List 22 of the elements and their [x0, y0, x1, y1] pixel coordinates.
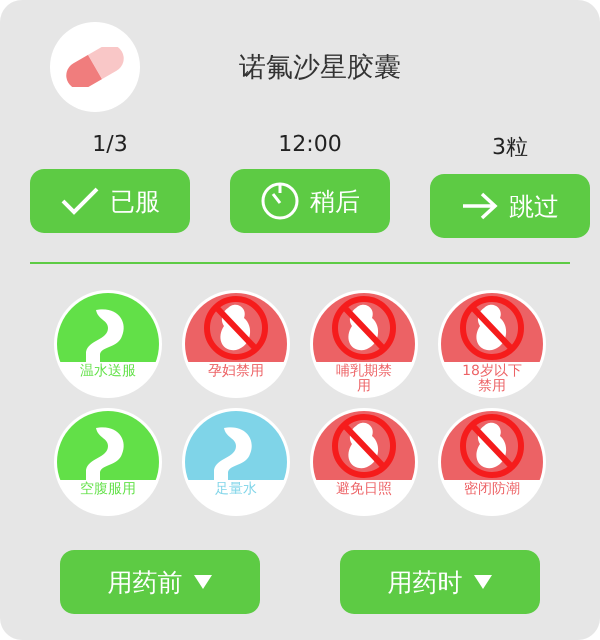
dose-action-button[interactable]: 稍后: [230, 169, 390, 233]
caret-icon: [472, 574, 492, 590]
dose-reading: 3粒: [492, 134, 528, 162]
usage-label: 密闭防潮: [463, 480, 521, 500]
check-icon: [60, 186, 100, 216]
usage-label: 空腹服用: [79, 480, 137, 500]
usage-label: 孕妇禁用: [207, 362, 265, 382]
drug-title: 诺氟沙星胶囊: [238, 51, 402, 85]
usage-label: 哺乳期禁用: [335, 362, 393, 395]
caret-icon: [192, 574, 212, 590]
section-dropdown-button[interactable]: 用药前: [60, 550, 260, 614]
dose-reading: 12:00: [278, 132, 342, 157]
usage-label: 18岁以下禁用: [461, 362, 523, 395]
timer-icon: [260, 181, 300, 221]
dose-action-button[interactable]: 已服: [30, 169, 190, 233]
dose-reading: 1/3: [92, 132, 128, 157]
usage-label: 避免日照: [335, 480, 393, 500]
usage-label: 温水送服: [79, 362, 137, 382]
arrow-right-icon: [461, 191, 499, 221]
usage-label: 足量水: [214, 480, 258, 500]
dose-action-button[interactable]: 跳过: [430, 174, 590, 238]
section-dropdown-button[interactable]: 用药时: [340, 550, 540, 614]
